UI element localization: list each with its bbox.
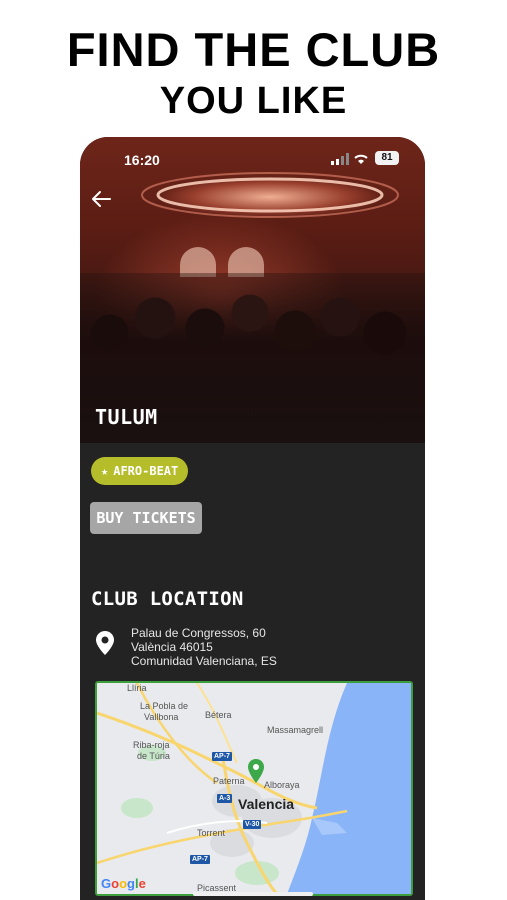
- map-label-vallbona: Vallbona: [144, 712, 179, 722]
- road-badge-ap7: AP-7: [212, 752, 232, 761]
- genre-tag-label: AFRO-BEAT: [113, 464, 179, 478]
- wifi-icon: [354, 154, 368, 164]
- google-logo: Google: [101, 876, 146, 891]
- map-label-paterna: Paterna: [213, 776, 245, 786]
- map-marker-icon[interactable]: [248, 759, 264, 783]
- address-line-3: Comunidad Valenciana, ES: [131, 654, 277, 668]
- map-label-ribaroja: Riba-roja: [133, 740, 170, 750]
- club-location-heading: CLUB LOCATION: [91, 588, 244, 610]
- map-label-massamagrell: Massamagrell: [267, 725, 324, 735]
- club-map[interactable]: Llíria La Pobla de Vallbona Bétera Massa…: [95, 681, 413, 896]
- status-time: 16:20: [124, 152, 160, 168]
- address-line-2: València 46015: [131, 640, 213, 654]
- map-label-alboraya: Alboraya: [264, 780, 300, 790]
- address-line-1: Palau de Congressos, 60: [131, 626, 266, 640]
- buy-tickets-button[interactable]: BUY TICKETS: [90, 502, 202, 534]
- headline-subtitle: YOU LIKE: [159, 80, 348, 122]
- location-pin-icon: [96, 631, 114, 655]
- map-label-torrent: Torrent: [197, 828, 226, 838]
- road-badge-ap7-south: AP-7: [190, 855, 210, 864]
- genre-tag: ★ AFRO-BEAT: [91, 457, 189, 485]
- map-label-betera: Bétera: [205, 710, 232, 720]
- club-address: Palau de Congressos, 60 València 46015 C…: [131, 626, 277, 668]
- club-hero-image: [80, 137, 425, 443]
- road-badge-a3: A-3: [217, 794, 233, 803]
- map-label-la-pobla: La Pobla de: [140, 701, 189, 711]
- headline-title: FIND THE CLUB: [66, 23, 441, 76]
- road-badge-v30: V-30: [243, 820, 262, 829]
- arrow-left-icon: [92, 191, 111, 207]
- club-name: TULUM: [95, 405, 158, 429]
- battery-icon: 81: [375, 151, 399, 165]
- map-label-de-turia: de Túria: [137, 751, 170, 761]
- star-icon: ★: [101, 464, 109, 478]
- phone-screen: 16:20 81 TULUM ★ AFRO-BEAT BUY TICKETS C…: [80, 137, 425, 900]
- map-label-valencia: Valencia: [238, 796, 295, 812]
- signal-icon: [331, 153, 349, 165]
- map-label-lliria: Llíria: [127, 683, 147, 693]
- home-indicator: [193, 892, 313, 896]
- back-button[interactable]: [90, 189, 116, 211]
